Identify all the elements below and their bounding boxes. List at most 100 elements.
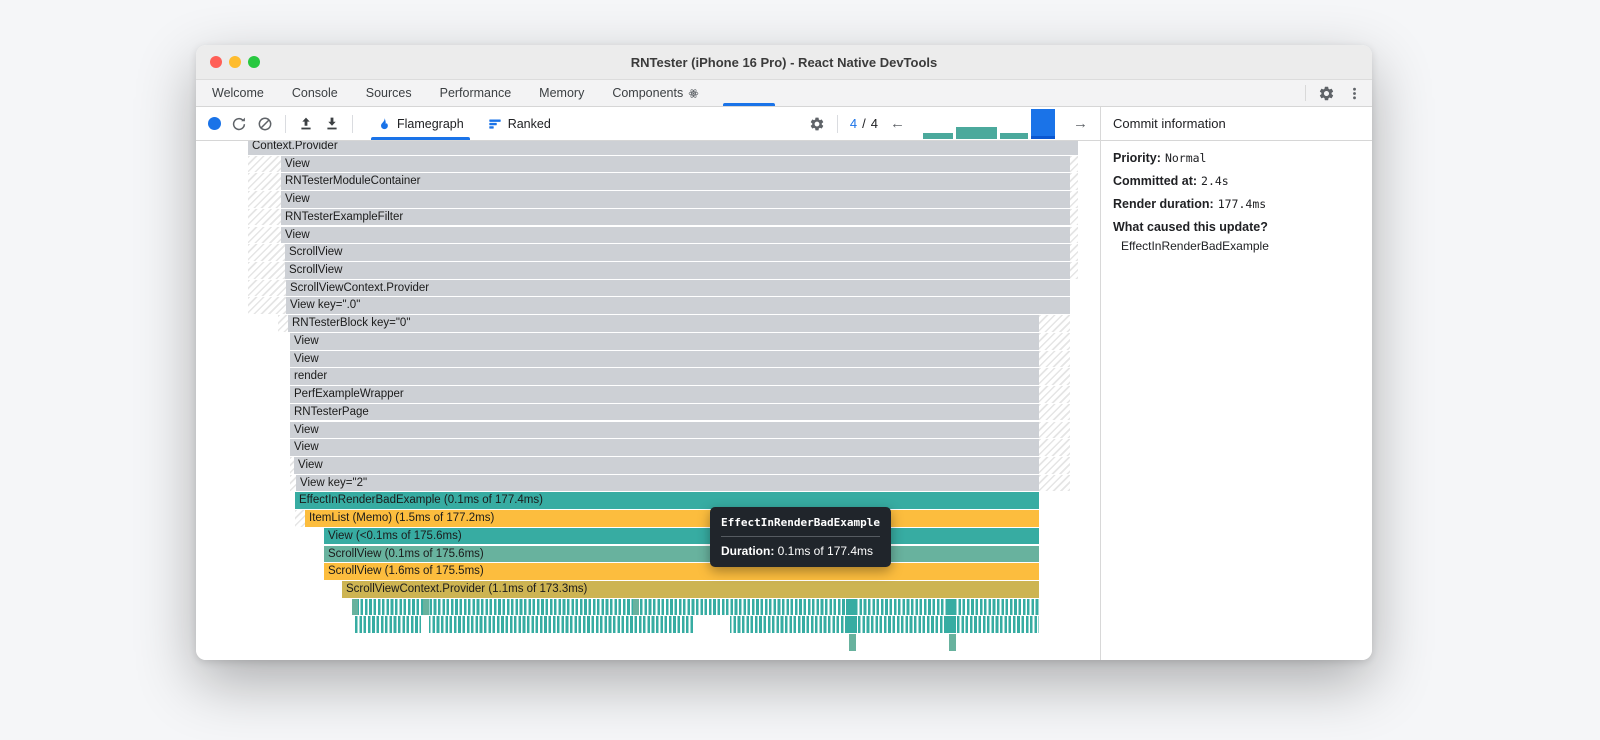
flame-bar[interactable] [849,634,856,651]
flame-bar[interactable] [352,598,1039,616]
commit-info-field: Render duration: 177.4ms [1113,197,1360,211]
tab-label: Welcome [212,86,264,100]
flame-bar[interactable]: View [290,439,1039,456]
flame-bar-label: Context.Provider [252,141,338,152]
previous-commit-arrow-icon[interactable]: ← [888,115,907,132]
flame-bar[interactable]: View key="2" [296,474,1039,492]
flame-bar[interactable]: RNTesterModuleContainer [281,173,1070,191]
caused-by-component[interactable]: EffectInRenderBadExample [1113,239,1360,253]
flame-bar[interactable] [423,598,429,616]
flame-bar[interactable]: View [290,332,1039,350]
tab-profiler[interactable] [713,80,785,106]
flame-bar[interactable]: ScrollView (1.6ms of 175.5ms) [324,563,1039,580]
hatch-region [1070,208,1078,226]
flame-bar[interactable]: RNTesterExampleFilter [281,208,1070,226]
view-label: Flamegraph [397,116,464,131]
commit-bar-3[interactable] [1000,132,1029,139]
flame-bar[interactable]: EffectInRenderBadExample (0.1ms of 177.4… [295,492,1039,509]
upload-profile-icon[interactable] [298,116,314,132]
clear-profile-icon[interactable] [257,116,273,132]
hatch-region [1070,226,1078,244]
flame-bar[interactable]: View [281,191,1070,208]
flame-bar[interactable]: ScrollViewContext.Provider (1.1ms of 173… [342,581,1039,598]
commit-total: 4 [870,116,878,131]
flame-bar[interactable] [946,616,956,634]
flame-bar-label: ScrollViewContext.Provider (1.1ms of 173… [346,583,588,595]
flame-bar[interactable]: RNTesterPage [290,403,1039,421]
flame-bar[interactable]: PerfExampleWrapper [290,386,1039,403]
hatch-region [248,297,286,315]
flame-bar[interactable]: View [290,421,1039,439]
flame-bar[interactable]: render [290,368,1039,385]
commit-info-field: Committed at: 2.4s [1113,174,1360,188]
flame-bar[interactable] [846,598,857,616]
flame-bar[interactable] [946,598,956,616]
flame-bar-label: View [285,157,310,170]
hatch-region [295,510,305,527]
commit-bar-4[interactable] [1031,108,1056,139]
tab-sources[interactable]: Sources [352,80,426,106]
field-label: Priority: [1113,151,1161,165]
flame-bar[interactable]: View key=".0" [286,297,1070,315]
tab-console[interactable]: Console [278,80,352,106]
flame-icon [381,117,388,129]
commit-separator: / [862,116,866,131]
flame-bar[interactable]: View (<0.1ms of 175.6ms) [324,527,1039,545]
next-commit-arrow-icon[interactable]: → [1071,115,1090,132]
flame-bar[interactable] [352,598,358,616]
tab-welcome[interactable]: Welcome [198,80,278,106]
flame-bar-label: View [294,441,319,454]
flamegraph: Context.Provider View RNTesterModuleContai… [196,141,1100,660]
flame-bar[interactable]: ScrollView [285,262,1070,279]
close-window-button[interactable] [210,56,222,68]
divider [1305,85,1306,101]
tab-components[interactable]: Components [598,80,713,106]
flame-bar[interactable]: ScrollView (0.1ms of 175.6ms) [324,545,1039,563]
flame-bar[interactable]: ItemList (Memo) (1.5ms of 177.2ms) [305,510,1039,527]
flame-bar[interactable] [633,598,639,616]
hatch-region [1039,368,1070,385]
hatch-region [1039,403,1070,421]
flame-bar[interactable]: Context.Provider [248,141,1078,155]
flame-bar[interactable]: View [281,155,1070,173]
flame-bar-label: ScrollViewContext.Provider [290,281,430,294]
profiler-settings-gear-icon[interactable] [809,116,825,132]
tab-label: Components [612,86,684,100]
minimize-window-button[interactable] [229,56,241,68]
flame-bar[interactable]: View [281,226,1070,244]
commit-info-panel: Commit information Priority: Normal Commit… [1100,107,1372,660]
tab-performance[interactable]: Performance [426,80,526,106]
flame-bar[interactable]: ScrollView [285,244,1070,261]
reload-and-profile-icon[interactable] [231,116,247,132]
download-profile-icon[interactable] [324,116,340,132]
flame-bar[interactable] [421,616,429,634]
window-title: RNTester (iPhone 16 Pro) - React Native … [630,54,938,70]
flame-bar[interactable] [949,634,956,651]
hatch-region [248,226,281,244]
hatch-region [1070,155,1078,173]
flame-bar[interactable]: RNTesterBlock key="0" [288,315,1039,332]
divider [836,114,838,133]
tab-memory[interactable]: Memory [525,80,598,106]
flame-bar[interactable]: View [294,456,1039,474]
record-button[interactable] [208,117,221,130]
hatch-region [1039,439,1070,456]
flame-bar-label: RNTesterBlock key="0" [292,317,411,330]
commit-selector-chart[interactable] [923,108,1056,139]
settings-gear-icon[interactable] [1318,85,1335,102]
flame-bar[interactable] [846,616,857,634]
commit-bar-1[interactable] [923,132,953,139]
flame-bar[interactable]: View [290,350,1039,368]
hatch-region [1039,421,1070,439]
hatch-region [248,279,286,297]
flame-bar[interactable] [693,616,730,634]
zoom-window-button[interactable] [248,56,260,68]
traffic-lights [210,56,260,68]
view-flamegraph-button[interactable]: Flamegraph [365,107,476,140]
kebab-menu-icon[interactable] [1347,86,1362,101]
view-ranked-button[interactable]: Ranked [476,107,563,140]
commit-bar-2[interactable] [955,126,998,139]
tooltip-divider [721,536,880,537]
flame-bar[interactable]: ScrollViewContext.Provider [286,279,1070,297]
flame-bar-label: PerfExampleWrapper [294,388,404,401]
